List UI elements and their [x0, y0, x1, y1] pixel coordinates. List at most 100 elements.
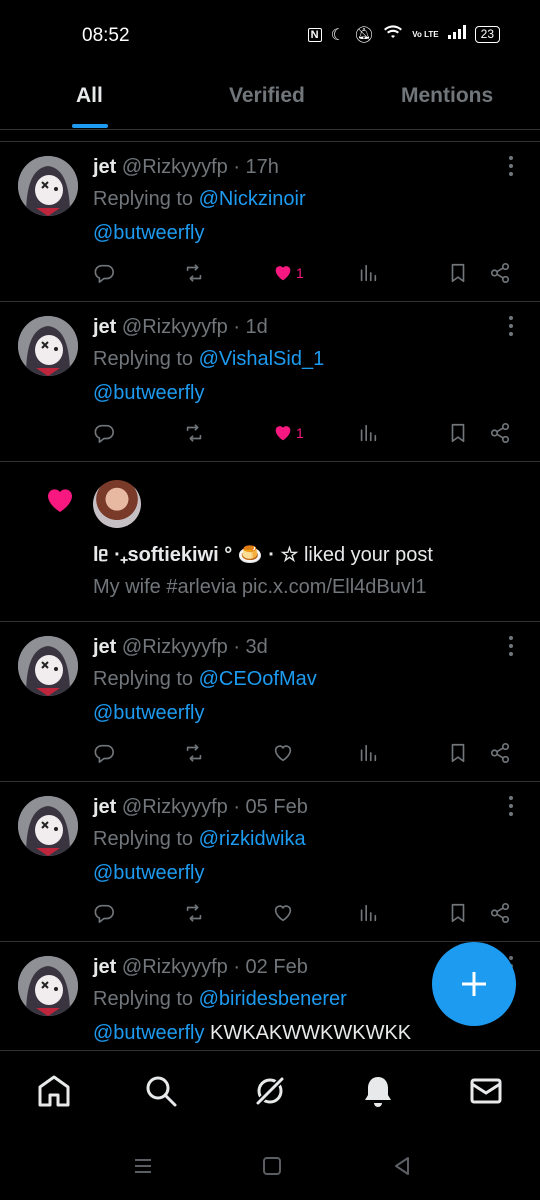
post-header: jet @Rizkyyyfp · 3d [93, 636, 268, 659]
share-button[interactable] [489, 260, 511, 286]
post-header: jet @Rizkyyyfp · 17h [93, 156, 279, 179]
reply-notification[interactable]: jet @Rizkyyyfp · 3d Replying to @CEOofMa… [0, 622, 540, 782]
display-name[interactable]: jet [93, 956, 116, 978]
like-heart-icon [274, 745, 292, 762]
replying-to-link[interactable]: @VishalSid_1 [199, 348, 325, 370]
repost-icon [186, 904, 202, 922]
views-chart-icon [360, 264, 377, 282]
liked-post-preview[interactable]: My wife #arlevia pic.x.com/Ell4dBuvl1 [93, 576, 426, 599]
reply-button[interactable] [93, 260, 115, 286]
tab-mentions[interactable]: Mentions [401, 84, 493, 108]
views-button[interactable] [357, 260, 379, 286]
mention-link[interactable]: @butweerfly [93, 862, 204, 884]
home-icon [38, 1075, 70, 1107]
replying-to-link[interactable]: @CEOofMav [199, 668, 317, 690]
like-count: 1 [296, 425, 304, 441]
reply-notification[interactable]: jet @Rizkyyyfp · 1d Replying to @VishalS… [0, 302, 540, 462]
nav-grok-button[interactable] [252, 1073, 288, 1109]
like-button[interactable]: 1 [272, 420, 304, 446]
more-options-button[interactable] [508, 156, 514, 178]
like-button[interactable] [272, 900, 296, 926]
replying-to-line: Replying to @CEOofMav [93, 668, 317, 691]
nav-home-button[interactable] [36, 1073, 72, 1109]
notifications-feed[interactable]: jet @Rizkyyyfp · 17h Replying to @Nickzi… [0, 141, 540, 1049]
replying-to-label: Replying to [93, 988, 199, 1010]
repost-button[interactable] [183, 740, 205, 766]
nav-messages-button[interactable] [468, 1073, 504, 1109]
liker-name[interactable]: lᥱ ·₊softiekiwi ° 🍮 · ☆ [93, 544, 298, 566]
bookmark-button[interactable] [447, 420, 469, 446]
share-button[interactable] [489, 420, 511, 446]
signal-icon [447, 25, 466, 44]
share-icon [490, 423, 510, 443]
more-options-button[interactable] [508, 796, 514, 818]
repost-button[interactable] [183, 260, 205, 286]
nfc-icon: N [307, 27, 322, 42]
like-button[interactable] [272, 740, 296, 766]
avatar[interactable] [18, 636, 78, 696]
avatar[interactable] [18, 796, 78, 856]
home-system-button[interactable] [261, 1155, 283, 1177]
display-name[interactable]: jet [93, 796, 116, 818]
recent-apps-button[interactable] [132, 1155, 154, 1177]
share-icon [490, 263, 510, 283]
bookmark-button[interactable] [447, 740, 469, 766]
user-avatar-image [18, 316, 78, 376]
mention-link[interactable]: @butweerfly [93, 382, 204, 404]
nav-notifications-button[interactable] [360, 1073, 396, 1109]
repost-button[interactable] [183, 420, 205, 446]
liked-heart-icon [275, 266, 291, 281]
avatar[interactable] [18, 316, 78, 376]
post-actions [93, 740, 520, 766]
user-handle: @Rizkyyyfp [121, 956, 228, 978]
square-icon [263, 1157, 281, 1175]
replying-to-link[interactable]: @biridesbenerer [199, 988, 347, 1010]
replying-to-link[interactable]: @rizkidwika [199, 828, 306, 850]
reply-button[interactable] [93, 900, 115, 926]
display-name[interactable]: jet [93, 156, 116, 178]
share-button[interactable] [489, 900, 511, 926]
reply-button[interactable] [93, 740, 115, 766]
replying-to-line: Replying to @Nickzinoir [93, 188, 306, 211]
tab-verified[interactable]: Verified [229, 84, 305, 108]
reply-notification[interactable]: jet @Rizkyyyfp · 05 Feb Replying to @riz… [0, 782, 540, 942]
avatar[interactable] [18, 956, 78, 1016]
tab-all[interactable]: All [76, 84, 103, 108]
post-text: @butweerfly [93, 222, 204, 245]
user-handle: @Rizkyyyfp [121, 636, 228, 658]
bookmark-button[interactable] [447, 260, 469, 286]
display-name[interactable]: jet [93, 316, 116, 338]
reply-notification[interactable]: jet @Rizkyyyfp · 17h Replying to @Nickzi… [0, 142, 540, 302]
bookmark-icon [451, 263, 465, 283]
reply-button[interactable] [93, 420, 115, 446]
replying-to-line: Replying to @biridesbenerer [93, 988, 347, 1011]
more-options-button[interactable] [508, 316, 514, 338]
mute-icon: 🔕︎ [353, 26, 375, 44]
views-button[interactable] [357, 900, 379, 926]
compose-post-button[interactable] [432, 942, 516, 1026]
post-time: · 05 Feb [233, 796, 308, 818]
post-header: jet @Rizkyyyfp · 05 Feb [93, 796, 308, 819]
volte-icon: Vo LTE [412, 29, 439, 39]
views-button[interactable] [357, 740, 379, 766]
mention-link[interactable]: @butweerfly [93, 702, 204, 724]
status-bar: 08:52 N ☾ 🔕︎ Vo LTE 23 [0, 0, 540, 70]
avatar[interactable] [18, 156, 78, 216]
like-button[interactable]: 1 [272, 260, 304, 286]
like-notification[interactable]: lᥱ ·₊softiekiwi ° 🍮 · ☆ liked your post … [0, 462, 540, 622]
mention-link[interactable]: @butweerfly [93, 1022, 204, 1044]
bookmark-button[interactable] [447, 900, 469, 926]
replying-to-link[interactable]: @Nickzinoir [199, 188, 306, 210]
views-button[interactable] [357, 420, 379, 446]
display-name[interactable]: jet [93, 636, 116, 658]
share-button[interactable] [489, 740, 511, 766]
user-avatar-image [18, 956, 78, 1016]
mention-link[interactable]: @butweerfly [93, 222, 204, 244]
liker-avatar[interactable] [93, 480, 141, 528]
repost-button[interactable] [183, 900, 205, 926]
back-system-button[interactable] [391, 1155, 413, 1177]
nav-search-button[interactable] [143, 1073, 179, 1109]
more-options-button[interactable] [508, 636, 514, 658]
share-icon [490, 903, 510, 923]
post-actions: 1 [93, 420, 520, 446]
